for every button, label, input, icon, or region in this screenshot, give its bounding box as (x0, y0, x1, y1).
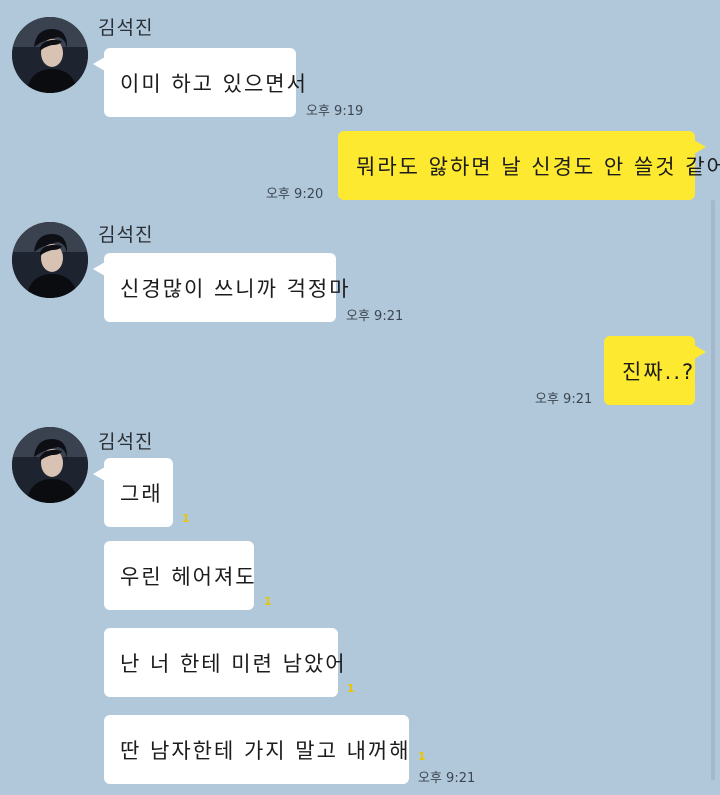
message-time: 오후 9:20 (266, 187, 324, 202)
bubble-tail (694, 345, 706, 359)
message-text: 이미 하고 있으면서 (120, 71, 308, 96)
sender-avatar[interactable] (12, 222, 88, 298)
message-text: 우린 헤어져도 (120, 564, 257, 589)
message-time: 오후 9:21 (346, 309, 404, 324)
message-text: 그래 (120, 481, 163, 506)
message-bubble[interactable]: 뭐라도 앓하면 날 신경도 안 쓸것 같어 (338, 131, 720, 200)
message-bubble[interactable]: 우린 헤어져도 (104, 541, 257, 610)
message-text: 진짜..? (622, 359, 696, 384)
message-bubble[interactable]: 이미 하고 있으면서 (104, 48, 306, 117)
profile-photo-icon (12, 17, 88, 93)
unread-count: 1 (418, 750, 426, 763)
message-time: 오후 9:21 (535, 392, 593, 407)
message-text: 신경많이 쓰니까 걱정마 (120, 276, 351, 301)
sender-avatar[interactable] (12, 17, 88, 93)
message-text: 뭐라도 앓하면 날 신경도 안 쓸것 같어 (356, 154, 720, 179)
message-time: 오후 9:19 (306, 104, 364, 119)
sender-name: 김석진 (98, 431, 154, 453)
profile-photo-icon (12, 427, 88, 503)
message-time: 오후 9:21 (418, 771, 476, 786)
message-text: 딴 남자한테 가지 말고 내꺼해 (120, 738, 411, 763)
message-text: 난 너 한테 미련 남았어 (120, 651, 347, 676)
unread-count: 1 (347, 682, 355, 695)
sender-avatar[interactable] (12, 427, 88, 503)
message-bubble[interactable]: 그래 (104, 458, 173, 527)
chat-scrollbar[interactable] (711, 200, 715, 780)
message-bubble[interactable]: 신경많이 쓰니까 걱정마 (104, 253, 349, 322)
message-bubble[interactable]: 딴 남자한테 가지 말고 내꺼해 (104, 715, 409, 784)
sender-name: 김석진 (98, 224, 154, 246)
unread-count: 1 (264, 595, 272, 608)
profile-photo-icon (12, 222, 88, 298)
message-bubble[interactable]: 난 너 한테 미련 남았어 (104, 628, 345, 697)
unread-count: 1 (182, 512, 190, 525)
message-bubble[interactable]: 진짜..? (604, 336, 695, 405)
sender-name: 김석진 (98, 17, 154, 39)
